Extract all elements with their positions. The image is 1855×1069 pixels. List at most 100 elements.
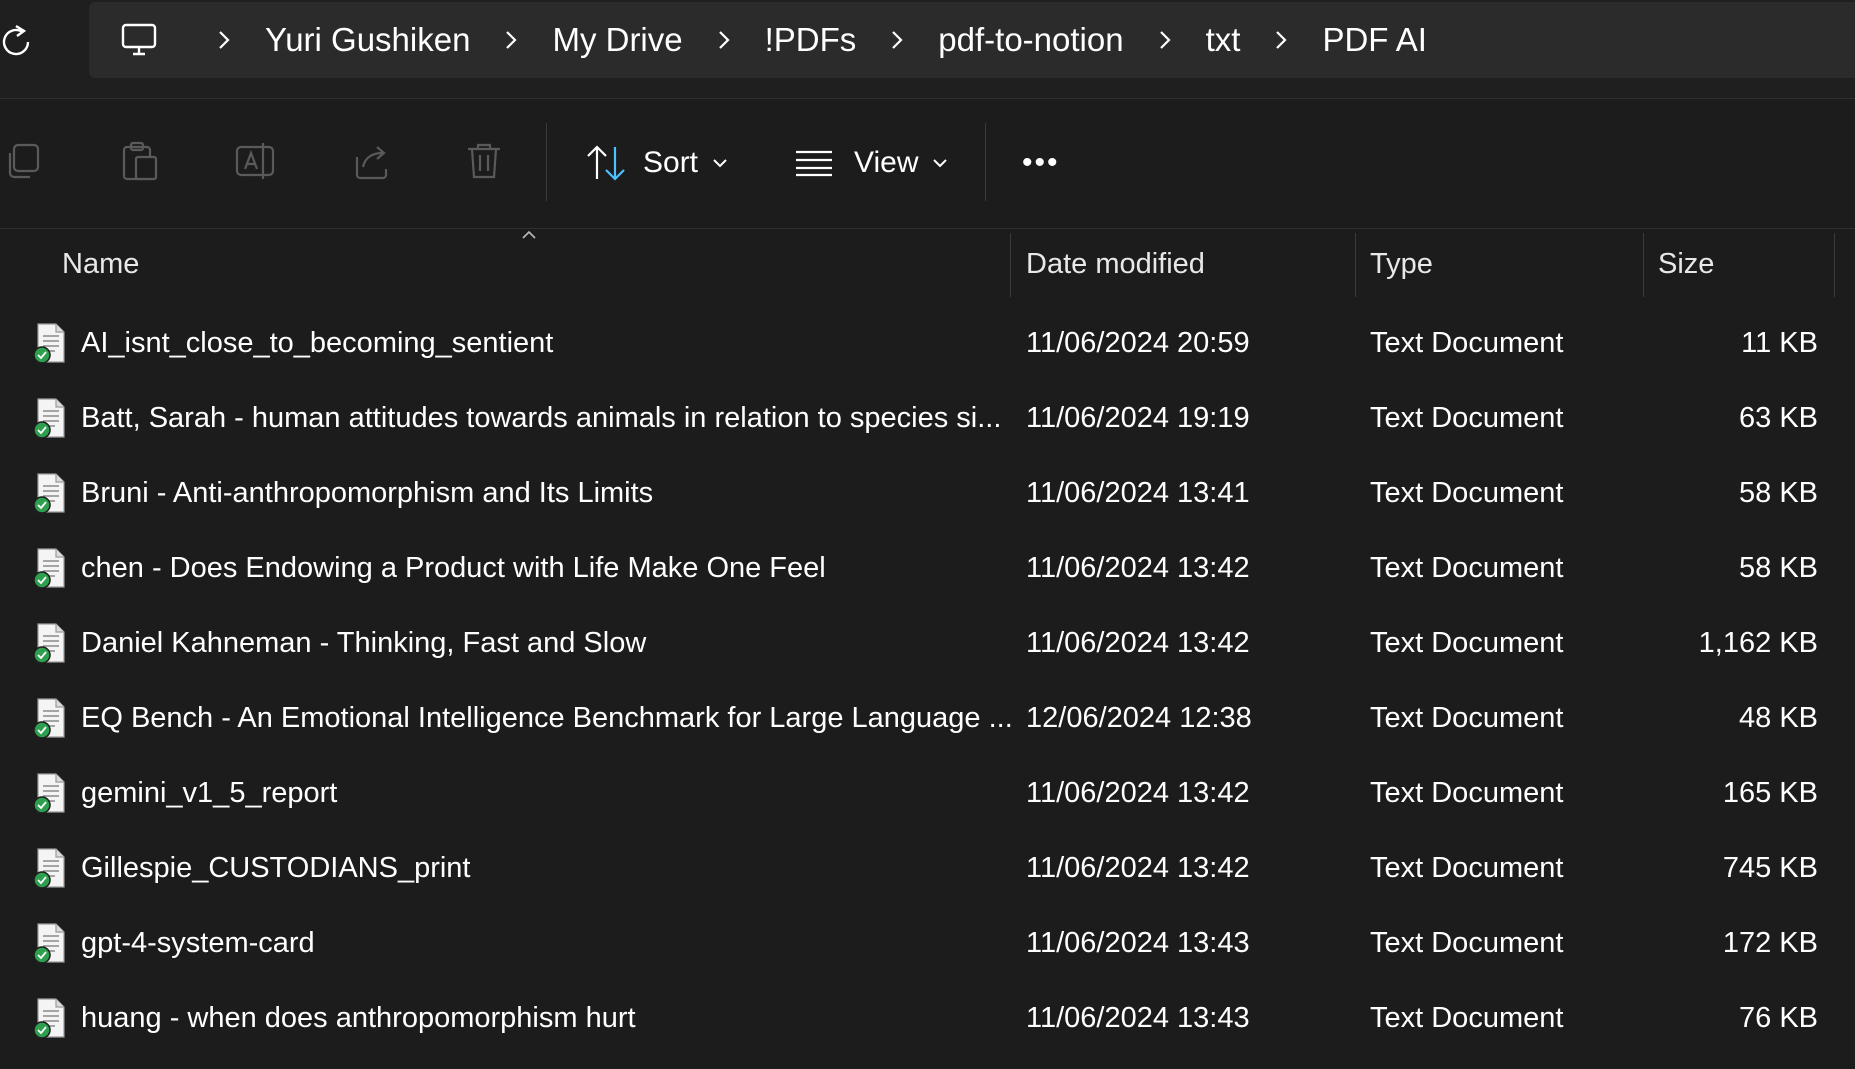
view-button[interactable]: View [794, 135, 948, 191]
file-name: Bruni - Anti-anthropomorphism and Its Li… [81, 477, 654, 509]
chevron-down-icon [713, 159, 727, 168]
column-divider[interactable] [1834, 233, 1835, 297]
file-type: Text Document [1370, 552, 1564, 584]
sort-button[interactable]: Sort [585, 135, 728, 191]
view-label: View [854, 146, 919, 179]
chevron-down-icon [933, 159, 948, 168]
file-size: 63 KB [1739, 402, 1818, 434]
view-list-icon [796, 150, 832, 177]
toolbar-divider [546, 123, 547, 201]
column-header-row: Name Date modified Type Size [0, 229, 1855, 300]
file-date: 11/06/2024 13:42 [1026, 777, 1250, 809]
text-file-synced-icon [33, 773, 65, 814]
file-date: 11/06/2024 19:19 [1026, 402, 1250, 434]
file-type: Text Document [1370, 402, 1564, 434]
file-type: Text Document [1370, 477, 1564, 509]
paste-icon[interactable] [118, 139, 162, 183]
file-row[interactable]: chen - Does Endowing a Product with Life… [0, 531, 1855, 606]
file-size: 1,162 KB [1698, 627, 1818, 659]
file-name: Daniel Kahneman - Thinking, Fast and Slo… [81, 627, 647, 659]
copy-icon[interactable] [4, 139, 48, 183]
text-file-synced-icon [33, 623, 65, 664]
file-size: 172 KB [1722, 927, 1818, 959]
file-size: 76 KB [1739, 1002, 1818, 1034]
toolbar-divider [985, 123, 986, 201]
delete-icon[interactable] [462, 139, 506, 183]
file-row[interactable]: Daniel Kahneman - Thinking, Fast and Slo… [0, 606, 1855, 681]
command-bar: Sort View ••• [0, 99, 1855, 229]
file-name: Batt, Sarah - human attitudes towards an… [81, 402, 1002, 434]
text-file-synced-icon [33, 698, 65, 739]
file-date: 12/06/2024 12:38 [1026, 702, 1252, 734]
file-row[interactable]: gemini_v1_5_report 11/06/2024 13:42 Text… [0, 756, 1855, 831]
file-row[interactable]: Batt, Sarah - human attitudes towards an… [0, 381, 1855, 456]
chevron-right-icon[interactable] [886, 29, 908, 51]
text-file-synced-icon [33, 323, 65, 364]
column-divider[interactable] [1355, 233, 1356, 297]
file-size: 58 KB [1739, 477, 1818, 509]
file-name: chen - Does Endowing a Product with Life… [81, 552, 826, 584]
file-name: Gillespie_CUSTODIANS_print [81, 852, 471, 884]
file-size: 745 KB [1722, 852, 1818, 884]
breadcrumb-item-pdf-to-notion[interactable]: pdf-to-notion [934, 21, 1127, 59]
file-type: Text Document [1370, 327, 1564, 359]
chevron-right-icon[interactable] [713, 29, 735, 51]
file-row[interactable]: gpt-4-system-card 11/06/2024 13:43 Text … [0, 906, 1855, 981]
file-type: Text Document [1370, 927, 1564, 959]
sort-ascending-caret-icon [522, 230, 536, 239]
file-type: Text Document [1370, 1002, 1564, 1034]
file-row[interactable]: AI_isnt_close_to_becoming_sentient 11/06… [0, 306, 1855, 381]
file-name: huang - when does anthropomorphism hurt [81, 1002, 636, 1034]
file-type: Text Document [1370, 852, 1564, 884]
file-name: gemini_v1_5_report [81, 777, 338, 809]
chevron-right-icon[interactable] [500, 29, 522, 51]
file-date: 11/06/2024 13:42 [1026, 552, 1250, 584]
file-row[interactable]: Gillespie_CUSTODIANS_print 11/06/2024 13… [0, 831, 1855, 906]
this-pc-icon[interactable] [119, 20, 159, 60]
file-name: gpt-4-system-card [81, 927, 315, 959]
more-options-button[interactable]: ••• [1022, 135, 1060, 191]
breadcrumb-item-my-drive[interactable]: My Drive [548, 21, 686, 59]
chevron-right-icon[interactable] [1270, 29, 1292, 51]
file-size: 48 KB [1739, 702, 1818, 734]
file-size: 11 KB [1741, 327, 1818, 359]
chevron-right-icon[interactable] [213, 29, 235, 51]
file-type: Text Document [1370, 702, 1564, 734]
file-date: 11/06/2024 13:42 [1026, 852, 1250, 884]
file-size: 58 KB [1739, 552, 1818, 584]
file-row[interactable]: huang - when does anthropomorphism hurt … [0, 981, 1855, 1056]
text-file-synced-icon [33, 923, 65, 964]
file-name: EQ Bench - An Emotional Intelligence Ben… [81, 702, 1013, 734]
breadcrumb: Yuri Gushiken My Drive !PDFs pdf-to-noti… [89, 2, 1855, 78]
column-header-date-modified[interactable]: Date modified [1026, 229, 1205, 300]
file-date: 11/06/2024 13:41 [1026, 477, 1250, 509]
column-header-name[interactable]: Name [62, 229, 139, 300]
text-file-synced-icon [33, 998, 65, 1039]
file-date: 11/06/2024 13:43 [1026, 927, 1250, 959]
file-name: AI_isnt_close_to_becoming_sentient [81, 327, 554, 359]
chevron-right-icon[interactable] [1154, 29, 1176, 51]
column-divider[interactable] [1010, 233, 1011, 297]
file-date: 11/06/2024 13:43 [1026, 1002, 1250, 1034]
rename-icon[interactable] [233, 139, 277, 183]
refresh-icon[interactable] [0, 22, 34, 62]
file-size: 165 KB [1722, 777, 1818, 809]
column-header-size[interactable]: Size [1658, 229, 1714, 300]
file-date: 11/06/2024 13:42 [1026, 627, 1250, 659]
breadcrumb-item-txt[interactable]: txt [1202, 21, 1245, 59]
column-header-type[interactable]: Type [1370, 229, 1433, 300]
breadcrumb-item-pdfs[interactable]: !PDFs [761, 21, 861, 59]
share-icon[interactable] [349, 139, 393, 183]
text-file-synced-icon [33, 848, 65, 889]
breadcrumb-item-pdf-ai[interactable]: PDF AI [1318, 21, 1431, 59]
column-divider[interactable] [1643, 233, 1644, 297]
file-list: AI_isnt_close_to_becoming_sentient 11/06… [0, 306, 1855, 1056]
file-row[interactable]: EQ Bench - An Emotional Intelligence Ben… [0, 681, 1855, 756]
file-type: Text Document [1370, 777, 1564, 809]
file-row[interactable]: Bruni - Anti-anthropomorphism and Its Li… [0, 456, 1855, 531]
text-file-synced-icon [33, 548, 65, 589]
breadcrumb-item-yuri-gushiken[interactable]: Yuri Gushiken [261, 21, 474, 59]
text-file-synced-icon [33, 473, 65, 514]
file-type: Text Document [1370, 627, 1564, 659]
file-date: 11/06/2024 20:59 [1026, 327, 1250, 359]
